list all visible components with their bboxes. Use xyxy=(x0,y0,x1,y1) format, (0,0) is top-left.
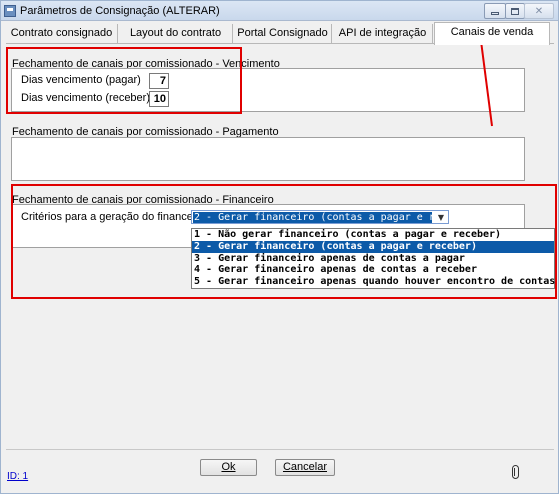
tab-strip: Contrato consignado Layout do contrato P… xyxy=(2,22,558,45)
id-link[interactable]: ID: 1 xyxy=(7,471,28,482)
tab-contrato-consignado[interactable]: Contrato consignado xyxy=(6,24,118,44)
footer-divider xyxy=(6,449,554,450)
tab-canais-de-venda[interactable]: Canais de venda xyxy=(434,22,550,45)
ok-button-label: Ok xyxy=(221,461,236,473)
minimize-button[interactable] xyxy=(484,3,506,19)
app-icon xyxy=(4,5,16,17)
title-bar[interactable]: Parâmetros de Consignação (ALTERAR) ✕ xyxy=(1,1,558,21)
annotation-box-vencimento xyxy=(6,47,242,114)
minimize-icon xyxy=(491,12,499,15)
window-title: Parâmetros de Consignação (ALTERAR) xyxy=(20,5,220,17)
cancel-button-label: Cancelar xyxy=(282,461,328,473)
tab-api-de-integracao[interactable]: API de integração xyxy=(333,24,433,44)
cancel-button[interactable]: Cancelar xyxy=(275,459,335,476)
close-button[interactable]: ✕ xyxy=(524,3,554,19)
tab-layout-do-contrato[interactable]: Layout do contrato xyxy=(119,24,233,44)
ok-button[interactable]: Ok xyxy=(200,459,257,476)
maximize-icon xyxy=(511,7,519,15)
maximize-button[interactable] xyxy=(505,3,525,19)
annotation-box-financeiro xyxy=(11,184,557,299)
tab-portal-consignado[interactable]: Portal Consignado xyxy=(234,24,332,44)
dialog-window: Parâmetros de Consignação (ALTERAR) ✕ Co… xyxy=(0,0,559,494)
close-icon: ✕ xyxy=(534,5,544,17)
paperclip-icon[interactable] xyxy=(512,465,519,479)
pagamento-group-box xyxy=(11,137,525,181)
